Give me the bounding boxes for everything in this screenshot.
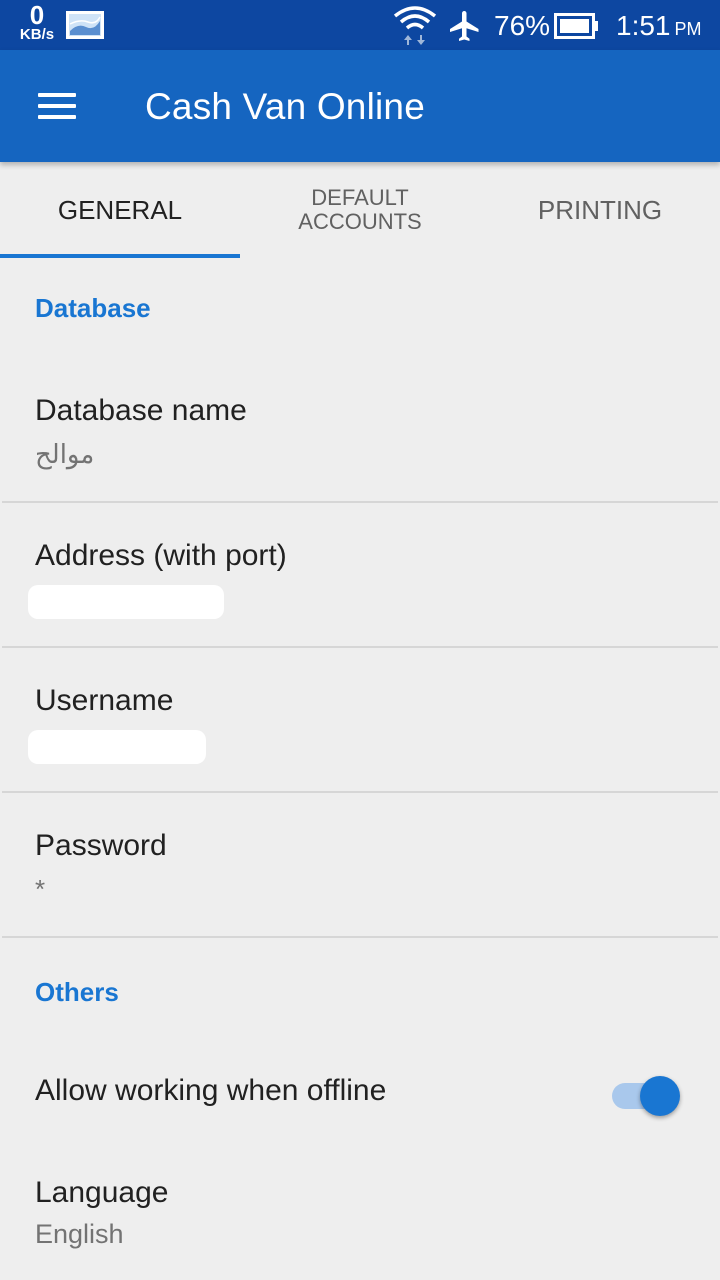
clock-time: 1:51 — [616, 10, 671, 41]
pref-summary: English — [35, 1219, 124, 1249]
tab-default-accounts-label: DEFAULT ACCOUNTS — [298, 184, 422, 234]
pref-password[interactable]: Password * — [2, 793, 718, 938]
network-speed-value: 0 — [29, 0, 45, 30]
redacted-value — [28, 730, 206, 764]
settings-list: Database Database name موالح Address (wi… — [0, 258, 720, 1280]
app-title: Cash Van Online — [145, 86, 425, 127]
redacted-value — [28, 585, 224, 619]
tab-bar: GENERAL DEFAULT ACCOUNTS PRINTING — [0, 162, 720, 258]
pref-title: Allow working when offline — [35, 1074, 387, 1107]
offline-toggle-switch[interactable] — [610, 1074, 682, 1118]
menu-icon[interactable] — [26, 82, 86, 130]
switch-thumb — [640, 1076, 680, 1116]
tab-default-accounts[interactable]: DEFAULT ACCOUNTS — [240, 162, 480, 258]
image-notification-icon — [66, 11, 104, 44]
status-bar: 0 KB/s 76% 1:51 PM — [0, 0, 720, 50]
pref-language[interactable]: Language English — [2, 1146, 718, 1280]
battery-icon — [554, 13, 600, 44]
pref-title: Password — [35, 829, 167, 862]
airplane-mode-icon — [446, 8, 484, 49]
pref-title: Address (with port) — [35, 539, 287, 572]
pref-username[interactable]: Username — [2, 648, 718, 793]
network-speed: 0 KB/s — [14, 2, 60, 42]
network-speed-unit: KB/s — [19, 26, 55, 43]
category-database: Database — [35, 292, 151, 323]
category-others: Others — [35, 976, 119, 1007]
clock: 1:51 PM — [616, 10, 702, 42]
pref-summary: موالح — [35, 439, 95, 469]
pref-database-name[interactable]: Database name موالح — [2, 358, 718, 503]
tab-general[interactable]: GENERAL — [0, 162, 240, 258]
pref-title: Username — [35, 684, 174, 717]
app-bar: Cash Van Online — [0, 50, 720, 162]
pref-address[interactable]: Address (with port) — [2, 503, 718, 648]
pref-allow-offline[interactable]: Allow working when offline — [2, 1046, 718, 1146]
battery-percent: 76% — [494, 10, 551, 41]
clock-ampm: PM — [674, 19, 702, 39]
pref-title: Language — [35, 1176, 169, 1209]
pref-summary: * — [35, 874, 46, 904]
pref-title: Database name — [35, 394, 247, 427]
tab-printing[interactable]: PRINTING — [480, 162, 720, 258]
wifi-icon — [392, 4, 438, 51]
